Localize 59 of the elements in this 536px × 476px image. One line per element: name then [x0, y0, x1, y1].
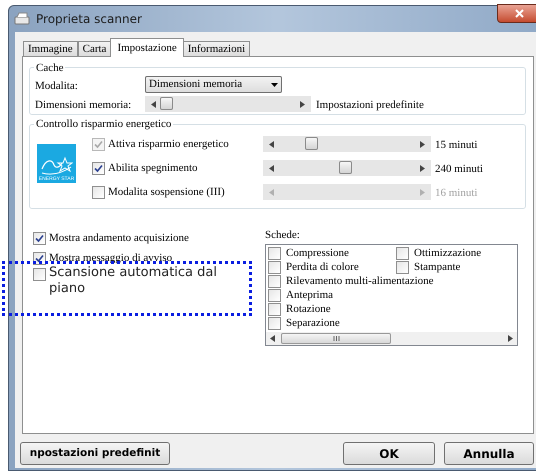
checkbox-label: Scansione automatica dal piano [49, 265, 218, 297]
list-item[interactable]: Compressione [286, 244, 349, 262]
checkbox[interactable] [33, 268, 46, 281]
list-label: Schede: [265, 228, 300, 243]
dialog-button[interactable]: Annulla [444, 442, 534, 465]
close-button[interactable] [497, 4, 536, 23]
slider-value: Impostazioni predefinite [316, 98, 424, 113]
checkbox[interactable] [396, 260, 409, 274]
slider-value: 16 minuti [435, 186, 478, 201]
list-item[interactable]: Separazione [286, 314, 340, 332]
checkbox-label: Abilita spegnimento [108, 160, 198, 176]
checkbox[interactable] [268, 288, 281, 302]
slider-thumb[interactable] [160, 97, 174, 110]
scroll-thumb[interactable] [281, 333, 391, 344]
checkbox[interactable] [92, 162, 105, 174]
list-item[interactable]: Ottimizzazione [414, 244, 482, 262]
slider-thumb[interactable] [338, 161, 352, 174]
checkbox-label: Mostra andamento acquisizione [49, 230, 189, 246]
checkbox[interactable] [33, 232, 46, 244]
field-label: Dimensioni memoria: [35, 98, 132, 113]
list-item[interactable]: Perdita di colore [286, 258, 359, 276]
checkbox[interactable] [92, 186, 105, 198]
group-title: Controllo risparmio energetico [34, 116, 174, 132]
mode-dropdown[interactable]: Dimensioni memoria [145, 76, 282, 93]
checkbox[interactable] [268, 260, 281, 274]
checkbox-label: Modalita sospensione (III) [108, 184, 225, 200]
checkbox-label: Mostra messaggio di avviso [49, 250, 172, 266]
checkbox[interactable] [268, 316, 281, 330]
checkbox[interactable] [396, 246, 409, 260]
scroll-left-icon[interactable] [270, 335, 275, 342]
tab[interactable]: Immagine [23, 41, 78, 57]
scroll-right-icon[interactable] [420, 164, 425, 172]
slider-value: 240 minuti [435, 162, 483, 177]
scroll-right-icon[interactable] [300, 100, 305, 108]
slider[interactable] [145, 96, 311, 112]
caret-icon [271, 82, 278, 86]
list-item[interactable]: Rotazione [286, 300, 331, 318]
dialog-button[interactable]: OK [343, 442, 435, 465]
checkbox[interactable] [268, 302, 281, 316]
window-title: Proprieta scanner [36, 11, 142, 28]
close-icon [514, 9, 524, 18]
tab[interactable]: Informazioni [182, 41, 250, 57]
list-item[interactable]: Rilevamento multi-alimentazione [286, 272, 434, 290]
checkbox[interactable] [268, 246, 281, 260]
dialog-button[interactable]: npostazioni predefinit [20, 442, 170, 465]
grip-icon [332, 336, 340, 341]
list-item[interactable]: Stampante [414, 258, 460, 276]
list-item[interactable]: Anteprima [286, 286, 334, 304]
field-label: Modalita: [35, 79, 78, 94]
slider[interactable] [263, 160, 431, 176]
scroll-right-icon[interactable] [508, 335, 513, 342]
scroll-left-icon[interactable] [269, 164, 274, 172]
checkbox-label: Attiva risparmio energetico [108, 136, 229, 152]
checkbox[interactable] [268, 274, 281, 288]
scrollbar[interactable] [266, 332, 517, 345]
slider-value: 15 minuti [435, 138, 478, 153]
tab[interactable]: Impostazione [110, 38, 184, 57]
scanner-icon [14, 12, 30, 26]
scroll-left-icon[interactable] [151, 100, 156, 108]
